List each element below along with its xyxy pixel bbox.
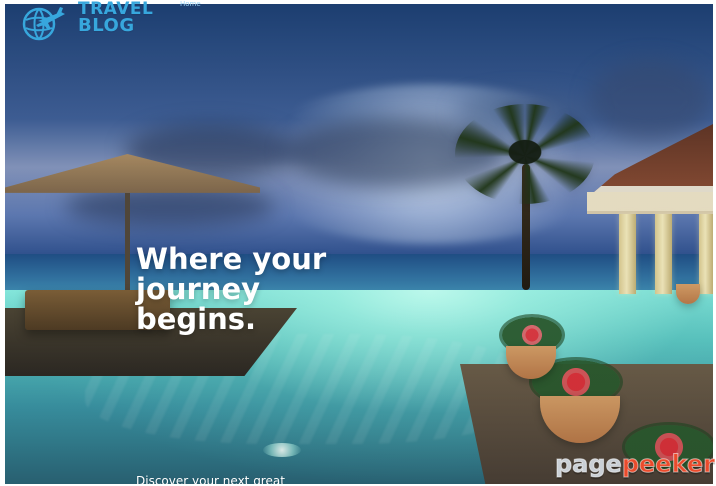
- palm-tree-fronds: [455, 104, 595, 204]
- hero-headline: Where your journey begins.: [136, 242, 386, 337]
- pavilion-column: [655, 214, 672, 294]
- brand-wordmark: TRAVEL BLOG: [78, 1, 153, 36]
- hero-subline: Discover your next great: [136, 474, 285, 484]
- watermark-page-text: page: [555, 450, 623, 479]
- globe-airplane-icon: [22, 7, 65, 41]
- brand-name-line-2: BLOG: [78, 14, 135, 36]
- pavilion-column: [619, 214, 636, 294]
- hero-section: Where your journey begins. Discover your…: [5, 4, 713, 484]
- pagepeeker-watermark: pagepeeker: [555, 447, 716, 481]
- pool-light: [263, 443, 301, 457]
- hero-headline-line-3: begins.: [136, 302, 257, 337]
- page-frame: Where your journey begins. Discover your…: [0, 0, 716, 486]
- hero-headline-line-2: journey: [136, 272, 261, 307]
- brand-logo-link[interactable]: TRAVEL BLOG: [18, 0, 178, 44]
- pavilion-beam: [587, 192, 713, 214]
- cloud: [590, 60, 710, 140]
- umbrella-pole: [125, 193, 130, 293]
- pavilion-column: [699, 214, 713, 294]
- watermark-peeker-text: peeker: [621, 450, 716, 479]
- nav-home-link[interactable]: Home: [180, 0, 201, 8]
- hero-headline-line-1: Where your: [136, 242, 327, 276]
